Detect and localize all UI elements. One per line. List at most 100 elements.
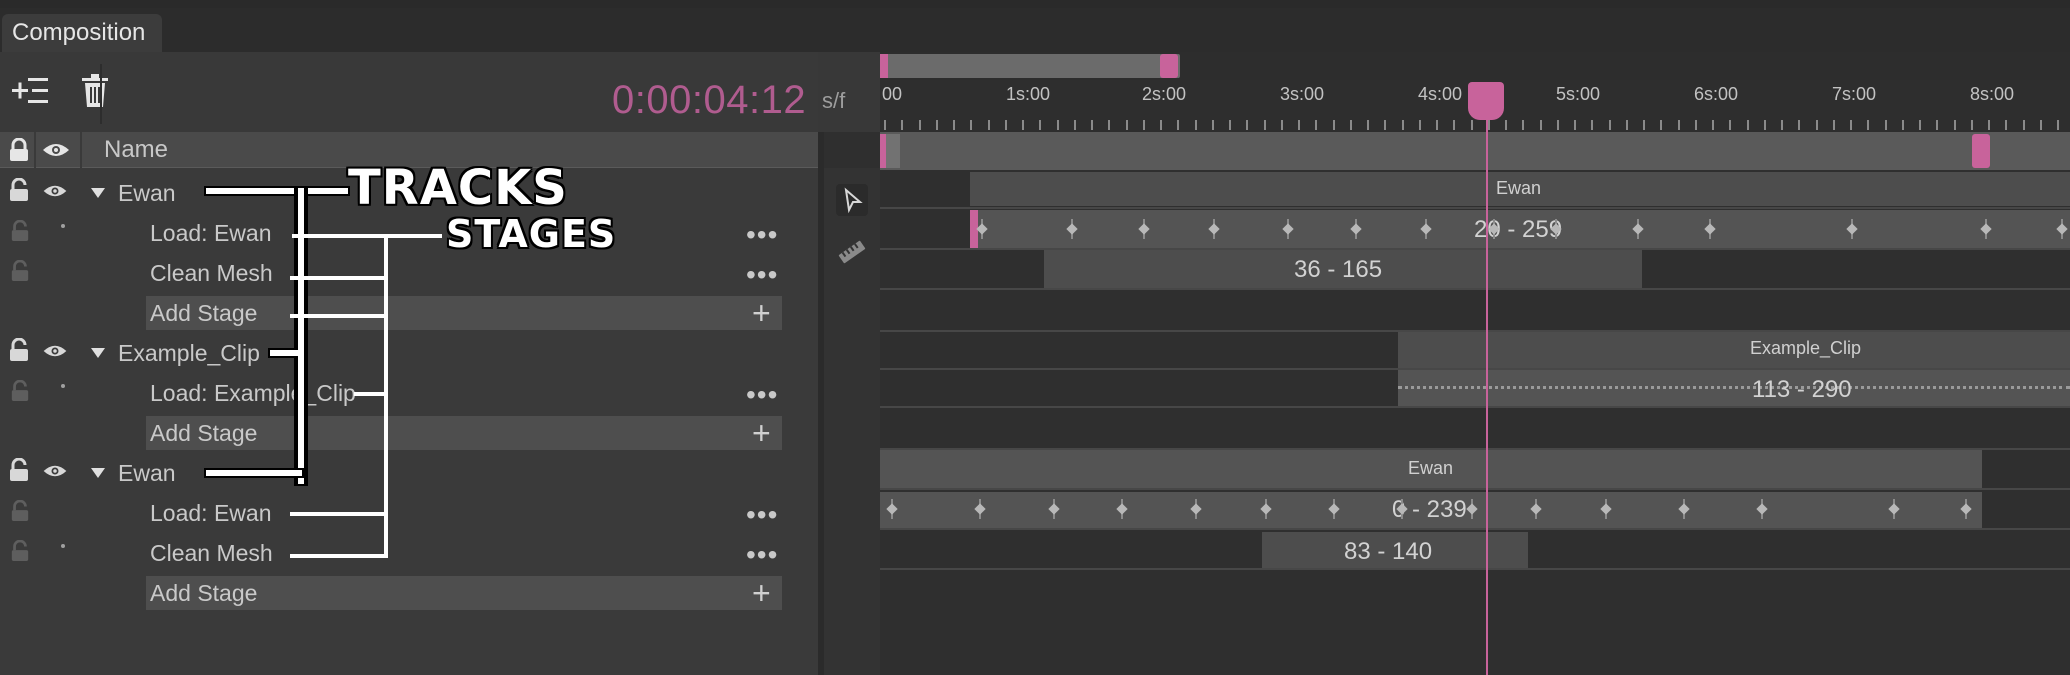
annotation-stages-line [290,314,386,318]
ruler-tick [1453,120,1456,130]
more-options-icon[interactable]: ••• [746,381,778,409]
visibility-dot[interactable] [61,544,65,548]
lock-icon[interactable] [10,220,30,242]
timecode-unit[interactable]: s/f [822,88,845,114]
ruler-label: 1s:00 [1006,84,1051,104]
range-start-handle[interactable] [880,134,886,168]
lane-divider [880,406,2070,408]
annotation-tracks-line [298,188,304,484]
ruler-tick [1539,120,1542,130]
lock-icon[interactable] [10,260,30,282]
ruler-label: 4s:00 [1418,84,1463,104]
ruler-tick [918,120,921,130]
ruler-tick [1608,120,1611,130]
annotation-tracks-line [270,350,300,356]
eye-icon[interactable] [42,184,68,198]
track-label[interactable]: Ewan [118,458,176,488]
eye-icon[interactable] [42,344,68,358]
add-stage-plus-icon[interactable]: + [752,416,771,450]
tool-strip-header [824,132,880,168]
ruler-tick [1729,120,1732,130]
razor-tool-button[interactable] [836,236,868,268]
clip-start-marker[interactable] [970,210,978,248]
stage-frame-range: 36 - 165 [1294,256,1383,283]
scroll-thumb-right-handle[interactable] [1160,54,1178,78]
tab-bar [0,8,2070,52]
annotation-stages-label: STAGES [446,212,617,256]
lock-icon[interactable] [10,540,30,562]
lock-icon[interactable] [8,338,30,362]
visibility-dot[interactable] [61,384,65,388]
ruler-tick [1246,120,1249,130]
more-options-icon[interactable]: ••• [746,541,778,569]
track-label[interactable]: Example_Clip [118,338,260,368]
ruler-tick [1953,120,1956,130]
ruler-label: 7s:00 [1832,84,1877,104]
annotation-tracks-line [206,470,302,476]
ruler-tick [1384,120,1387,130]
expand-triangle-icon[interactable] [91,348,105,358]
tab-composition[interactable]: Composition [2,14,162,52]
ruler-tick [1298,120,1300,130]
stage-label[interactable]: Load: Ewan [150,218,271,248]
playhead-handle[interactable] [1468,82,1504,120]
eye-header-icon [42,142,70,158]
stage-label[interactable]: Clean Mesh [150,538,273,568]
eye-icon[interactable] [42,464,68,478]
stage-frame-range: 113 - 290 [1752,376,1852,403]
ruler-tick [953,120,955,130]
trash-icon[interactable] [82,74,108,108]
ruler-tick [1884,120,1887,130]
ruler-tick [1125,120,1128,130]
visibility-dot[interactable] [61,224,65,228]
ruler-tick [1988,120,1990,130]
lane-divider [880,288,2070,290]
stage-label[interactable]: Load: Example_Clip [150,378,356,408]
ruler-tick [884,120,886,130]
ruler-blade-icon [838,240,866,264]
lock-icon[interactable] [8,458,30,482]
more-options-icon[interactable]: ••• [746,501,778,529]
ruler-tick [1263,120,1266,130]
ruler-tick [1073,120,1076,130]
more-options-icon[interactable]: ••• [746,261,778,289]
ruler-tick [1160,120,1162,130]
lock-icon[interactable] [10,380,30,402]
add-stage-label[interactable]: Add Stage [150,418,257,448]
lock-icon[interactable] [10,500,30,522]
stage-label[interactable]: Load: Ewan [150,498,271,528]
timeline-scroll-thumb[interactable] [880,54,1180,78]
add-stage-plus-icon[interactable]: + [752,296,771,330]
scroll-thumb-left-handle[interactable] [880,54,888,78]
ruler-tick [1022,120,1024,130]
ruler-tick [1004,120,1007,130]
ruler-tick [1091,120,1093,130]
track-clip-label: Ewan [1496,178,1542,198]
add-stage-label[interactable]: Add Stage [150,578,257,608]
track-label[interactable]: Ewan [118,178,176,208]
ruler-tick [1522,120,1525,130]
ruler-tick [1867,120,1870,130]
ruler-label: 6s:00 [1694,84,1739,104]
expand-triangle-icon[interactable] [91,188,105,198]
track-clip[interactable] [1398,332,2070,368]
annotation-stages-line [290,554,386,558]
add-stage-label[interactable]: Add Stage [150,298,257,328]
more-options-icon[interactable]: ••• [746,221,778,249]
ruler-tick [1039,120,1042,130]
select-tool-button[interactable] [836,184,868,216]
ruler-tick [1349,120,1352,130]
annotation-stages-line [354,392,386,396]
expand-triangle-icon[interactable] [91,468,105,478]
work-range-bar[interactable] [880,132,2070,170]
add-list-icon[interactable] [12,74,48,108]
add-stage-plus-icon[interactable]: + [752,576,771,610]
name-column-header[interactable]: Name [104,132,168,168]
lock-icon[interactable] [8,178,30,202]
ruler-tick [2005,120,2008,130]
ruler-tick [1901,120,1904,130]
ruler-tick [1643,120,1645,130]
stage-label[interactable]: Clean Mesh [150,258,273,288]
annotation-stages-line [384,234,388,558]
range-end-handle[interactable] [1972,134,1990,168]
